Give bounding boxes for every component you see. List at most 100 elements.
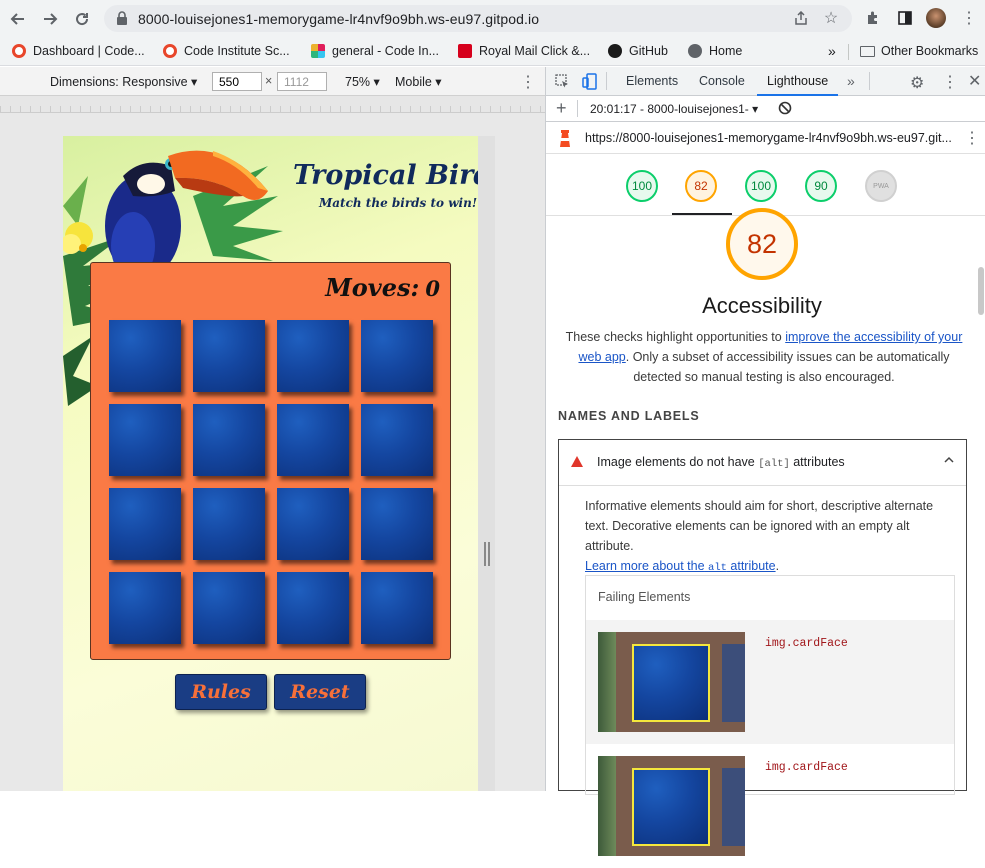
device-toolbar-menu-icon[interactable]: ⋮	[520, 72, 536, 92]
report-menu-icon[interactable]: ⋮	[964, 128, 980, 148]
memory-card[interactable]	[109, 404, 181, 476]
device-toggle-icon[interactable]	[582, 73, 597, 93]
game-page: Tropical Birds Match the birds to win! M…	[63, 136, 478, 791]
inspect-element-icon[interactable]	[555, 74, 570, 92]
browser-menu-icon[interactable]: ⋮	[958, 7, 980, 29]
memory-card[interactable]	[277, 488, 349, 560]
bookmark-github[interactable]: GitHub	[608, 42, 668, 60]
browser-toolbar: 8000-louisejones1-memorygame-lr4nvf9o9bh…	[0, 0, 985, 37]
memory-card[interactable]	[277, 320, 349, 392]
bookmark-dashboard[interactable]: Dashboard | Code...	[12, 42, 145, 60]
accessibility-description: These checks highlight opportunities to …	[564, 327, 964, 387]
bookmark-star-icon[interactable]: ☆	[820, 7, 842, 29]
clear-reports-icon[interactable]	[778, 101, 792, 118]
active-gauge-indicator	[672, 213, 732, 215]
memory-card[interactable]	[109, 488, 181, 560]
memory-card[interactable]	[193, 572, 265, 644]
side-panel-icon[interactable]	[894, 7, 916, 29]
failing-selector[interactable]: img.cardFace	[765, 761, 848, 774]
accessibility-score[interactable]: 82	[685, 170, 717, 202]
lock-icon[interactable]	[116, 10, 128, 26]
tab-elements[interactable]: Elements	[626, 67, 678, 96]
memory-card[interactable]	[193, 404, 265, 476]
forward-arrow-icon[interactable]	[38, 7, 62, 31]
dimensions-dropdown[interactable]: Dimensions: Responsive ▾	[50, 74, 197, 89]
reload-icon[interactable]	[70, 7, 94, 31]
chevron-up-icon[interactable]	[943, 454, 955, 469]
seo-score[interactable]: 90	[805, 170, 837, 202]
learn-more-text: Learn more about the	[585, 559, 705, 573]
memory-card[interactable]	[361, 488, 433, 560]
extensions-icon[interactable]	[862, 7, 884, 29]
learn-more-alt-link[interactable]: Learn more about the alt attribute	[585, 559, 776, 574]
back-arrow-icon[interactable]	[6, 7, 30, 31]
report-url[interactable]: https://8000-louisejones1-memorygame-lr4…	[585, 131, 952, 145]
memory-card[interactable]	[109, 572, 181, 644]
viewport-height-input[interactable]	[277, 72, 327, 91]
report-selector[interactable]: 20:01:17 - 8000-louisejones1- ▾	[590, 102, 758, 116]
learn-more-code: alt	[708, 562, 727, 574]
memory-card[interactable]	[193, 488, 265, 560]
new-report-plus-icon[interactable]: +	[556, 98, 567, 119]
audit-desc-text: Informative elements should aim for shor…	[585, 499, 934, 553]
failing-element-row[interactable]: img.cardFace	[586, 744, 954, 868]
memory-card[interactable]	[193, 320, 265, 392]
performance-score[interactable]: 100	[626, 170, 658, 202]
other-bookmarks-button[interactable]: Other Bookmarks	[860, 42, 978, 60]
dimension-times: ×	[265, 74, 273, 88]
rules-button[interactable]: Rules	[175, 674, 267, 710]
viewport-width-input[interactable]	[212, 72, 262, 91]
bookmark-divider	[848, 44, 849, 60]
tab-lighthouse[interactable]: Lighthouse	[757, 67, 839, 96]
audit-title-text: attributes	[793, 455, 845, 469]
reset-button[interactable]: Reset	[274, 674, 366, 710]
audit-description: Informative elements should aim for shor…	[585, 496, 955, 578]
more-tabs-button[interactable]: »	[847, 67, 855, 96]
game-subtitle: Match the birds to win!	[319, 196, 478, 210]
bookmark-home[interactable]: Home	[688, 42, 742, 60]
pwa-badge[interactable]: PWA	[865, 170, 897, 202]
bookmark-label: GitHub	[629, 44, 668, 58]
audit-image-alt: Image elements do not have [alt] attribu…	[558, 439, 967, 856]
moves-value: 0	[425, 276, 440, 301]
memory-card[interactable]	[277, 404, 349, 476]
share-icon[interactable]	[790, 7, 812, 29]
memory-card[interactable]	[361, 572, 433, 644]
memory-card[interactable]	[109, 320, 181, 392]
failing-selector[interactable]: img.cardFace	[765, 637, 848, 650]
devtools-panel: Elements Console Lighthouse » ⚙ ⋮ ✕ + 20…	[545, 67, 985, 856]
bookmark-label: Dashboard | Code...	[33, 44, 145, 58]
memory-card[interactable]	[361, 320, 433, 392]
bookmark-slack[interactable]: general - Code In...	[311, 42, 439, 60]
bookmark-code-institute[interactable]: Code Institute Sc...	[163, 42, 290, 60]
profile-avatar[interactable]	[925, 7, 947, 29]
game-title: Tropical Birds	[293, 160, 478, 191]
devtools-menu-icon[interactable]: ⋮	[942, 72, 958, 92]
panel-resize-handle[interactable]	[484, 542, 490, 566]
audit-title: Image elements do not have [alt] attribu…	[597, 455, 845, 470]
best-practices-score[interactable]: 100	[745, 170, 777, 202]
zoom-dropdown[interactable]: 75% ▾	[345, 74, 380, 89]
accessibility-heading: Accessibility	[702, 293, 822, 318]
memory-card[interactable]	[277, 572, 349, 644]
device-toolbar: Dimensions: Responsive ▾ × 75% ▾ Mobile …	[0, 67, 545, 96]
bookmark-royal-mail[interactable]: Royal Mail Click &...	[458, 42, 590, 60]
device-type-dropdown[interactable]: Mobile ▾	[395, 74, 442, 89]
address-bar[interactable]: 8000-louisejones1-memorygame-lr4nvf9o9bh…	[104, 5, 852, 32]
failing-element-row[interactable]: img.cardFace	[586, 620, 954, 744]
audit-header[interactable]: Image elements do not have [alt] attribu…	[559, 440, 966, 486]
page-scroll-gutter	[478, 136, 495, 791]
memory-card[interactable]	[361, 404, 433, 476]
learn-more-text: attribute	[730, 559, 776, 573]
lighthouse-logo-icon	[558, 129, 572, 150]
royal-mail-icon	[458, 44, 472, 58]
devtools-scrollbar[interactable]	[978, 267, 984, 315]
game-board: Moves: 0	[90, 262, 451, 660]
close-devtools-icon[interactable]: ✕	[968, 71, 981, 91]
settings-gear-icon[interactable]: ⚙	[910, 73, 924, 93]
bookmarks-overflow-button[interactable]: »	[828, 42, 836, 60]
bookmark-label: general - Code In...	[332, 44, 440, 58]
tab-console[interactable]: Console	[699, 67, 745, 96]
tab-divider	[869, 72, 870, 90]
bookmarks-bar: Dashboard | Code... Code Institute Sc...…	[0, 37, 985, 66]
